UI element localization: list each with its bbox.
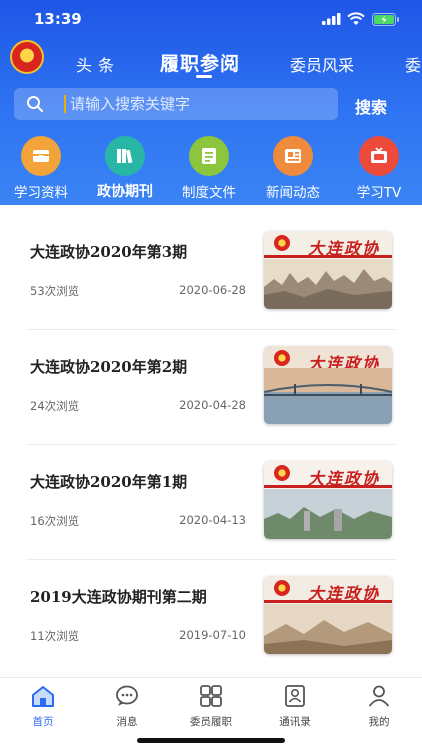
category-bubble	[21, 136, 61, 176]
status-time: 13:39	[34, 10, 82, 28]
folder-icon	[33, 150, 49, 162]
list-item[interactable]: 大连政协2020年第2期 24次浏览 2020-04-28 大连政协	[26, 320, 398, 445]
tab-label: 委员履职	[190, 716, 232, 728]
home-indicator[interactable]	[137, 738, 285, 743]
journal-cover-image[interactable]: 大连政协	[264, 461, 392, 539]
journal-cover-image[interactable]: 大连政协	[264, 231, 392, 309]
tab-label: 首页	[32, 716, 54, 728]
search-input[interactable]	[70, 88, 330, 120]
category-bubble	[105, 136, 145, 176]
emblem-icon	[274, 235, 290, 251]
journal-cover-image[interactable]: 大连政协	[264, 346, 392, 424]
search-bar[interactable]	[14, 88, 338, 120]
grid-icon	[200, 685, 222, 707]
category-study-tv[interactable]: 学习TV	[344, 136, 414, 201]
category-label: 政协期刊	[97, 184, 153, 200]
landscape-illustration	[264, 604, 392, 654]
emblem-icon	[274, 350, 290, 366]
category-bubble	[359, 136, 399, 176]
list-item[interactable]: 大连政协2020年第1期 16次浏览 2020-04-13 大连政协	[26, 435, 398, 560]
books-icon	[117, 149, 133, 164]
emblem-icon	[274, 580, 290, 596]
cellular-signal-icon	[322, 13, 341, 25]
wifi-icon	[347, 12, 365, 25]
item-title: 大连政协2020年第3期	[30, 243, 188, 261]
item-views: 11次浏览	[30, 629, 80, 643]
category-bubble	[189, 136, 229, 176]
header: 13:39 头条 履职参阅 委员风采 委 搜索	[0, 0, 422, 205]
cppcc-emblem-logo[interactable]	[10, 40, 44, 74]
bridge-illustration	[264, 368, 392, 424]
tab-label: 通讯录	[279, 716, 311, 728]
item-title: 2019大连政协期刊第二期	[30, 588, 207, 606]
item-title: 大连政协2020年第2期	[30, 358, 188, 376]
category-study-materials[interactable]: 学习资料	[6, 136, 76, 201]
search-button[interactable]: 搜索	[355, 94, 387, 118]
search-icon	[27, 96, 43, 112]
home-icon	[32, 686, 54, 707]
person-icon	[368, 685, 390, 707]
active-tab-indicator	[196, 75, 212, 78]
list-item[interactable]: 2019大连政协期刊第二期 11次浏览 2019-07-10 大连政协	[26, 550, 398, 664]
category-cppcc-journal[interactable]: 政协期刊	[90, 136, 160, 201]
text-cursor	[64, 95, 66, 113]
tab-label: 消息	[116, 716, 138, 728]
tab-contacts[interactable]: 通讯录	[260, 684, 330, 729]
item-date: 2020-06-28	[179, 283, 246, 297]
category-news[interactable]: 新闻动态	[258, 136, 328, 201]
battery-icon	[372, 13, 399, 26]
item-date: 2019-07-10	[179, 628, 246, 642]
tab-more[interactable]: 委	[405, 52, 421, 76]
cityscape-illustration	[264, 259, 392, 309]
category-bubble	[273, 136, 313, 176]
category-regulations[interactable]: 制度文件	[174, 136, 244, 201]
tab-member-duties[interactable]: 委员履职	[176, 684, 246, 729]
cover-strip	[264, 600, 392, 603]
journal-list[interactable]: 大连政协2020年第3期 53次浏览 2020-06-28 大连政协 大连政协2…	[0, 205, 422, 677]
item-views: 16次浏览	[30, 514, 80, 528]
tab-profile[interactable]: 我的	[344, 684, 414, 729]
newspaper-icon	[285, 149, 301, 163]
journal-cover-image[interactable]: 大连政协	[264, 576, 392, 654]
category-label: 学习TV	[356, 185, 402, 201]
category-label: 学习资料	[14, 185, 68, 201]
tab-home[interactable]: 首页	[8, 684, 78, 729]
item-views: 53次浏览	[30, 284, 80, 298]
tab-headlines[interactable]: 头条	[76, 52, 120, 76]
tab-label: 我的	[368, 716, 390, 728]
category-label: 新闻动态	[266, 185, 320, 201]
tab-member-profiles[interactable]: 委员风采	[290, 52, 354, 76]
contacts-icon	[285, 685, 305, 707]
status-bar: 13:39	[0, 8, 422, 30]
tab-duty-reference[interactable]: 履职参阅	[160, 49, 240, 76]
document-icon	[202, 148, 216, 164]
cover-strip	[264, 485, 392, 488]
chat-icon	[116, 685, 138, 706]
cover-strip	[264, 255, 392, 258]
tab-messages[interactable]: 消息	[92, 684, 162, 729]
category-label: 制度文件	[182, 185, 236, 201]
emblem-icon	[274, 465, 290, 481]
list-item[interactable]: 大连政协2020年第3期 53次浏览 2020-06-28 大连政协	[26, 205, 398, 330]
city-photo-illustration	[264, 489, 392, 539]
item-views: 24次浏览	[30, 399, 80, 413]
item-date: 2020-04-13	[179, 513, 246, 527]
item-title: 大连政协2020年第1期	[30, 473, 188, 491]
tv-icon	[371, 147, 387, 163]
item-date: 2020-04-28	[179, 398, 246, 412]
